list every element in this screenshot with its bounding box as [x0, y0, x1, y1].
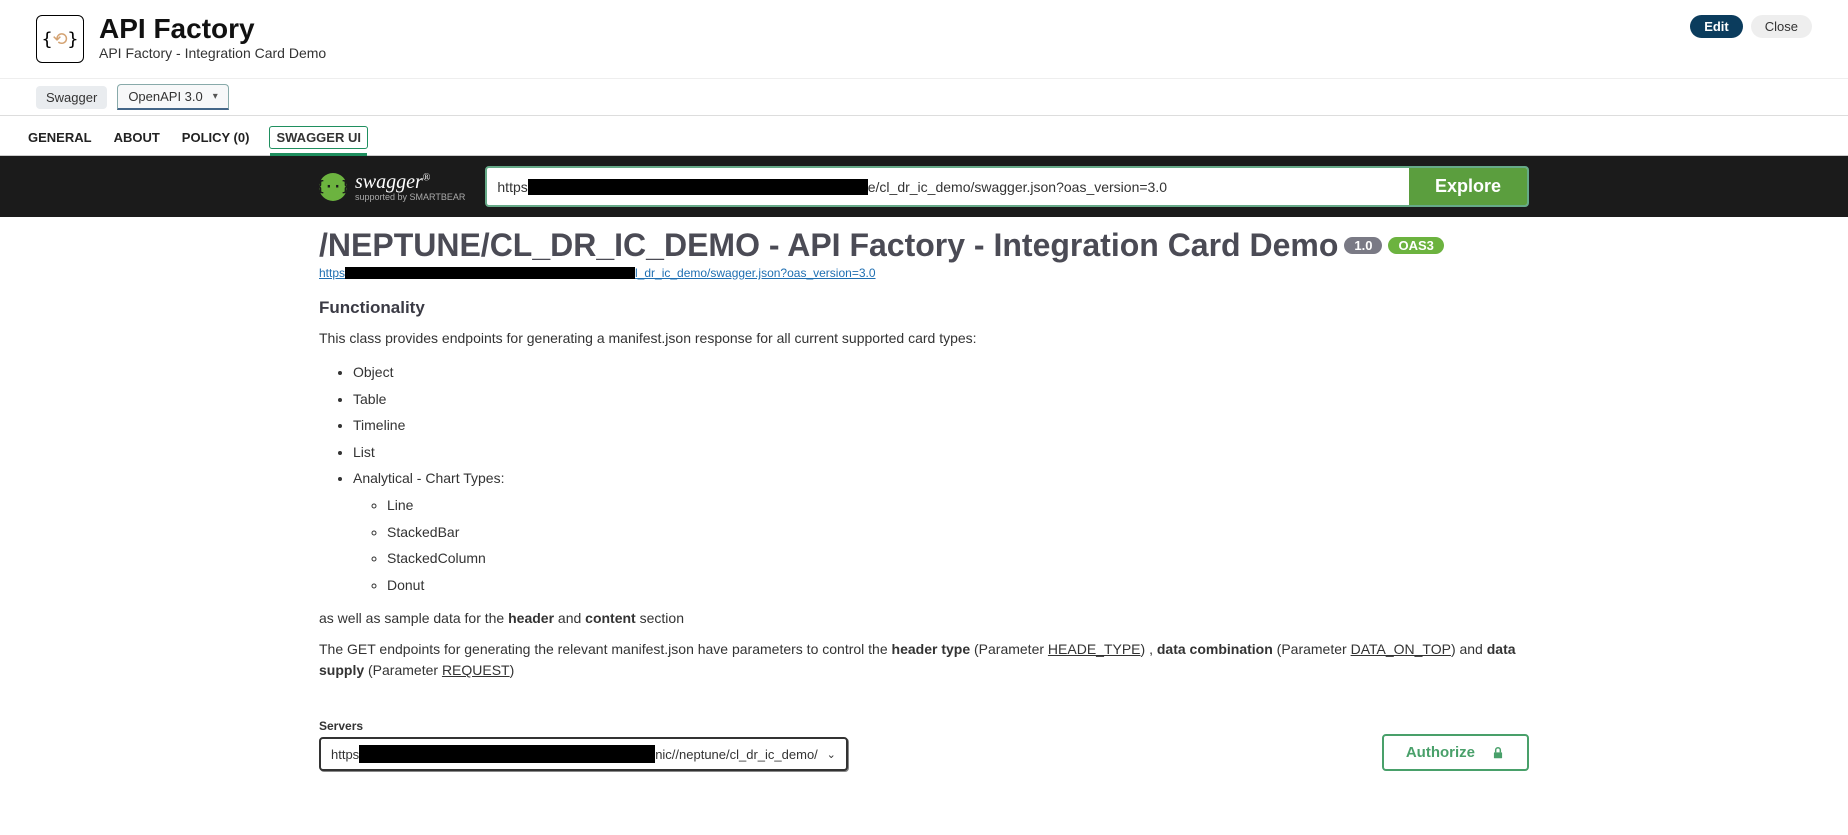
authorize-button[interactable]: Authorize: [1382, 734, 1529, 771]
title-block: API Factory API Factory - Integration Ca…: [99, 15, 326, 61]
redacted-block: [345, 267, 635, 279]
app-logo: {⟲}: [36, 15, 84, 63]
link-suffix: l_dr_ic_demo/swagger.json?oas_version=3.…: [635, 266, 876, 280]
swagger-logo: {··} swagger® supported by SMARTBEAR: [319, 171, 465, 202]
openapi-version-label: OpenAPI 3.0: [128, 89, 202, 104]
page-header: {⟲} API Factory API Factory - Integratio…: [0, 0, 1848, 79]
server-prefix: https: [331, 747, 359, 762]
redacted-block: [359, 745, 655, 763]
tab-about[interactable]: ABOUT: [112, 126, 162, 155]
oas-badge: OAS3: [1388, 237, 1443, 254]
server-select[interactable]: https nic//neptune/cl_dr_ic_demo/ ⌄: [319, 737, 848, 771]
list-item: List: [353, 439, 1529, 466]
swagger-url-bar: https e/cl_dr_ic_demo/swagger.json?oas_ve…: [485, 166, 1529, 207]
sub-toolbar: Swagger OpenAPI 3.0 ▾: [0, 79, 1848, 116]
swagger-logo-icon: {··}: [319, 173, 347, 201]
list-item: Donut: [387, 572, 1529, 599]
tab-swagger-ui[interactable]: SWAGGER UI: [269, 126, 368, 149]
list-item: Analytical - Chart Types: Line StackedBa…: [353, 465, 1529, 598]
authorize-label: Authorize: [1406, 744, 1475, 761]
list-item: Timeline: [353, 412, 1529, 439]
card-types-list: Object Table Timeline List Analytical - …: [353, 359, 1529, 598]
tab-general[interactable]: GENERAL: [26, 126, 94, 155]
version-badge: 1.0: [1344, 237, 1382, 254]
list-item: Object: [353, 359, 1529, 386]
url-prefix: https: [497, 179, 527, 195]
api-title: /NEPTUNE/CL_DR_IC_DEMO - API Factory - I…: [319, 227, 1338, 264]
functionality-heading: Functionality: [319, 298, 1529, 318]
swagger-url-input[interactable]: https e/cl_dr_ic_demo/swagger.json?oas_ve…: [487, 168, 1409, 205]
servers-row: Servers https nic//neptune/cl_dr_ic_demo/…: [319, 719, 1529, 771]
swagger-topbar: {··} swagger® supported by SMARTBEAR htt…: [0, 156, 1848, 217]
chevron-down-icon: ⌄: [827, 748, 836, 761]
chart-types-sublist: Line StackedBar StackedColumn Donut: [387, 492, 1529, 598]
api-spec-link[interactable]: https l_dr_ic_demo/swagger.json?oas_versi…: [319, 266, 1529, 280]
swagger-logo-text: swagger®: [355, 171, 430, 193]
list-item: Table: [353, 386, 1529, 413]
analytical-label: Analytical - Chart Types:: [353, 470, 504, 486]
server-suffix: nic//neptune/cl_dr_ic_demo/: [655, 747, 818, 762]
tab-bar: GENERAL ABOUT POLICY (0) SWAGGER UI: [0, 116, 1848, 156]
chevron-down-icon: ▾: [213, 91, 218, 102]
list-item: Line: [387, 492, 1529, 519]
redacted-block: [528, 179, 868, 195]
parameters-text: The GET endpoints for generating the rel…: [319, 639, 1529, 681]
intro-text: This class provides endpoints for genera…: [319, 328, 1529, 349]
list-item: StackedBar: [387, 519, 1529, 546]
swagger-content: /NEPTUNE/CL_DR_IC_DEMO - API Factory - I…: [319, 217, 1529, 811]
header-left: {⟲} API Factory API Factory - Integratio…: [36, 15, 326, 63]
lock-icon: [1491, 746, 1505, 760]
sample-data-text: as well as sample data for the header an…: [319, 608, 1529, 629]
link-prefix: https: [319, 266, 345, 280]
servers-label: Servers: [319, 719, 848, 733]
page-subtitle: API Factory - Integration Card Demo: [99, 45, 326, 61]
tab-policy[interactable]: POLICY (0): [180, 126, 252, 155]
close-button[interactable]: Close: [1751, 15, 1812, 38]
page-title: API Factory: [99, 15, 326, 43]
openapi-version-select[interactable]: OpenAPI 3.0 ▾: [117, 84, 228, 110]
list-item: StackedColumn: [387, 545, 1529, 572]
api-title-row: /NEPTUNE/CL_DR_IC_DEMO - API Factory - I…: [319, 227, 1529, 264]
url-suffix: e/cl_dr_ic_demo/swagger.json?oas_version…: [868, 179, 1167, 195]
edit-button[interactable]: Edit: [1690, 15, 1743, 38]
swagger-supported-text: supported by SMARTBEAR: [355, 192, 465, 202]
header-actions: Edit Close: [1690, 15, 1812, 38]
swagger-chip: Swagger: [36, 86, 107, 109]
explore-button[interactable]: Explore: [1409, 168, 1527, 205]
servers-block: Servers https nic//neptune/cl_dr_ic_demo/…: [319, 719, 848, 771]
